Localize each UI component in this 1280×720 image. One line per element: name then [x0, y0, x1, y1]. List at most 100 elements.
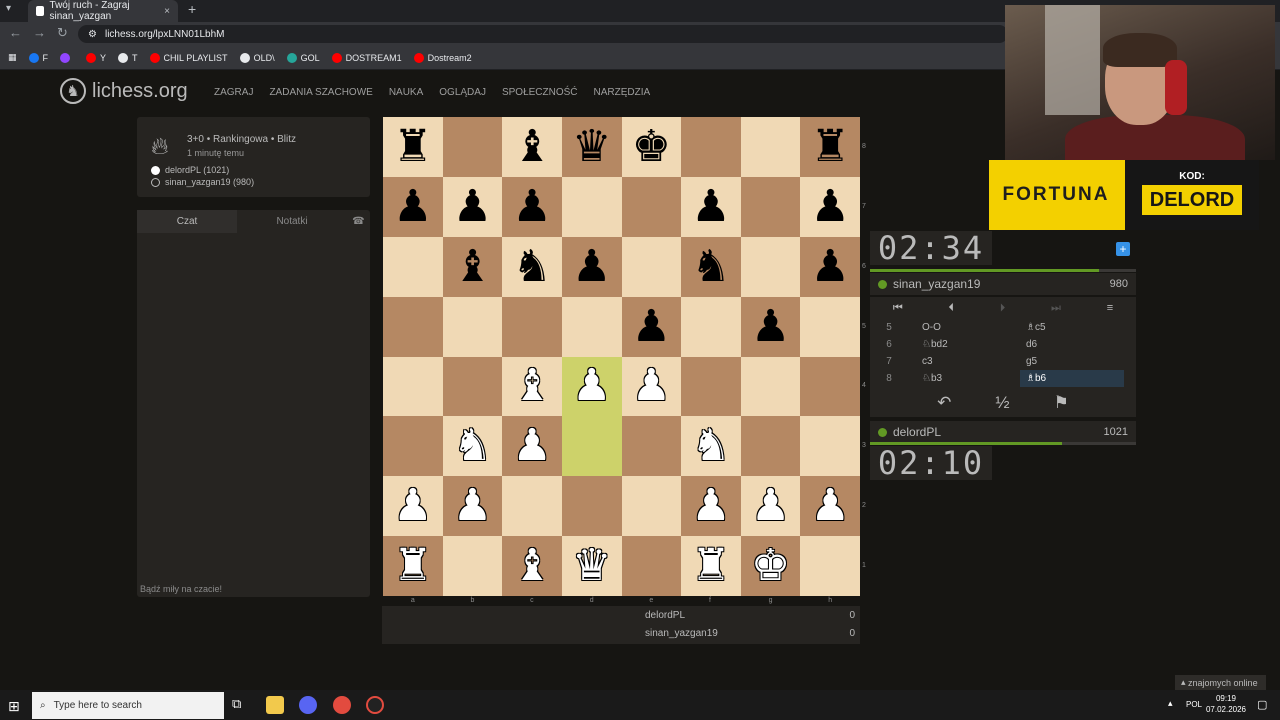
nav-link[interactable]: SPOŁECZNOŚĆ	[502, 87, 578, 98]
black-pawn-icon[interactable]: ♟	[751, 304, 790, 349]
voice-chat-icon[interactable]: ☎	[347, 210, 370, 233]
bookmark-item[interactable]	[60, 52, 74, 63]
windows-start-icon[interactable]: ⊞	[8, 698, 20, 715]
site-settings-icon[interactable]: ⚙	[88, 29, 97, 40]
game-player-white[interactable]: delordPL (1021)	[151, 165, 229, 175]
white-pawn-icon[interactable]: ♟	[691, 484, 730, 528]
white-pawn-icon[interactable]: ♟	[751, 484, 790, 528]
menu-icon[interactable]: ≡	[1107, 302, 1113, 314]
bookmark-item[interactable]: OLD\	[239, 52, 275, 63]
square-d8[interactable]: ♛	[561, 117, 622, 177]
square-d2[interactable]	[561, 476, 622, 537]
square-e4[interactable]: ♟	[621, 356, 682, 417]
square-g7[interactable]	[740, 176, 801, 237]
square-d1[interactable]: ♛	[561, 536, 622, 596]
forward-arrow-icon[interactable]: →	[33, 25, 46, 40]
bookmark-item[interactable]: Y	[86, 52, 106, 63]
square-b8[interactable]	[442, 117, 503, 177]
square-c3[interactable]: ♟	[502, 416, 562, 477]
square-f4[interactable]	[681, 356, 741, 417]
square-a5[interactable]	[383, 296, 443, 357]
square-e3[interactable]	[621, 416, 682, 477]
square-c8[interactable]: ♝	[502, 117, 562, 177]
nav-link[interactable]: NARZĘDZIA	[594, 87, 651, 98]
square-h8[interactable]: ♜	[800, 117, 860, 177]
offer-draw-icon[interactable]: ½	[995, 393, 1009, 413]
white-move[interactable]: c3	[908, 356, 1020, 367]
black-bishop-icon[interactable]: ♝	[512, 124, 551, 169]
square-g4[interactable]	[740, 356, 801, 417]
black-rook-icon[interactable]: ♜	[810, 124, 849, 169]
square-a2[interactable]: ♟	[383, 476, 443, 537]
prev-move-icon[interactable]: ⏴	[949, 302, 955, 315]
file-explorer-icon[interactable]	[266, 696, 284, 714]
white-rook-icon[interactable]: ♜	[691, 544, 730, 588]
chess-board[interactable]: ♜ ♝ ♛ ♚ ♜ ♟ ♟ ♟ ♟ ♟ ♝ ♞ ♟ ♞ ♟ ♟ ♟ ♝ ♟ ♟ ♞ ♟ ♞ ♟ ♟ ♟ ♟ ♟ ♜ ♝ ♛ ♜ ♚	[383, 117, 860, 596]
white-move[interactable]: ♘b3	[908, 373, 1020, 384]
square-a8[interactable]: ♜	[383, 117, 443, 177]
tab-close-icon[interactable]: ×	[164, 6, 170, 17]
black-knight-icon[interactable]: ♞	[512, 244, 551, 289]
black-king-icon[interactable]: ♚	[632, 124, 671, 169]
square-h3[interactable]	[800, 416, 860, 477]
browser-tab[interactable]: Twój ruch - Zagraj sinan_yazgan ×	[28, 0, 178, 22]
square-h5[interactable]	[800, 296, 860, 357]
white-queen-icon[interactable]: ♛	[572, 544, 611, 588]
square-e7[interactable]	[621, 176, 682, 237]
apps-grid-icon[interactable]: ▦	[8, 52, 17, 63]
language-indicator[interactable]: POL	[1186, 700, 1202, 709]
nav-link[interactable]: ZADANIA SZACHOWE	[269, 87, 372, 98]
black-pawn-icon[interactable]: ♟	[512, 184, 551, 229]
bookmark-item[interactable]: Dostream2	[413, 52, 472, 63]
square-h6[interactable]: ♟	[800, 236, 860, 297]
square-b2[interactable]: ♟	[442, 476, 503, 537]
square-e6[interactable]	[621, 236, 682, 297]
next-move-icon[interactable]: ⏵	[1000, 302, 1006, 315]
square-b1[interactable]	[442, 536, 503, 596]
black-move[interactable]: d6	[1020, 336, 1124, 353]
task-view-icon[interactable]: ⧉	[232, 696, 250, 714]
square-d6[interactable]: ♟	[561, 236, 622, 297]
tab-chat[interactable]: Czat	[137, 210, 237, 233]
square-a3[interactable]	[383, 416, 443, 477]
white-pawn-icon[interactable]: ♟	[572, 364, 611, 408]
white-knight-icon[interactable]: ♞	[691, 424, 730, 468]
black-move[interactable]: ♗b6	[1020, 370, 1124, 387]
black-knight-icon[interactable]: ♞	[691, 244, 730, 289]
black-pawn-icon[interactable]: ♟	[691, 184, 730, 229]
white-bishop-icon[interactable]: ♝	[512, 544, 551, 588]
last-move-icon[interactable]: ⏭	[1051, 302, 1061, 315]
black-move[interactable]: ♗c5	[1020, 319, 1124, 336]
black-pawn-icon[interactable]: ♟	[572, 244, 611, 289]
square-d5[interactable]	[561, 296, 622, 357]
white-pawn-icon[interactable]: ♟	[453, 484, 492, 528]
first-move-icon[interactable]: ⏮	[893, 302, 903, 315]
white-pawn-icon[interactable]: ♟	[632, 364, 671, 408]
square-c7[interactable]: ♟	[502, 176, 562, 237]
lichess-logo[interactable]: ♞ lichess.org	[60, 78, 188, 104]
tab-notes[interactable]: Notatki	[237, 210, 347, 233]
square-f1[interactable]: ♜	[681, 536, 741, 596]
square-b6[interactable]: ♝	[442, 236, 503, 297]
square-d3[interactable]	[561, 416, 622, 477]
square-a6[interactable]	[383, 236, 443, 297]
address-bar[interactable]: ⚙ lichess.org/lpxLNN01LbhM	[78, 25, 1008, 43]
white-rook-icon[interactable]: ♜	[393, 544, 432, 588]
black-pawn-icon[interactable]: ♟	[632, 304, 671, 349]
black-move[interactable]: g5	[1020, 353, 1124, 370]
square-a4[interactable]	[383, 356, 443, 417]
square-e2[interactable]	[621, 476, 682, 537]
bookmark-item[interactable]: GOL	[286, 52, 320, 63]
black-bishop-icon[interactable]: ♝	[453, 244, 492, 289]
add-time-button[interactable]: +	[1116, 242, 1130, 256]
square-f6[interactable]: ♞	[681, 236, 741, 297]
square-b4[interactable]	[442, 356, 503, 417]
black-rook-icon[interactable]: ♜	[393, 124, 432, 169]
bookmark-item[interactable]: DOSTREAM1	[331, 52, 402, 63]
square-g3[interactable]	[740, 416, 801, 477]
bookmark-item[interactable]: CHIL PLAYLIST	[149, 52, 228, 63]
square-b3[interactable]: ♞	[442, 416, 503, 477]
game-player-black[interactable]: sinan_yazgan19 (980)	[151, 177, 254, 187]
square-d7[interactable]	[561, 176, 622, 237]
chrome-icon[interactable]	[333, 696, 351, 714]
